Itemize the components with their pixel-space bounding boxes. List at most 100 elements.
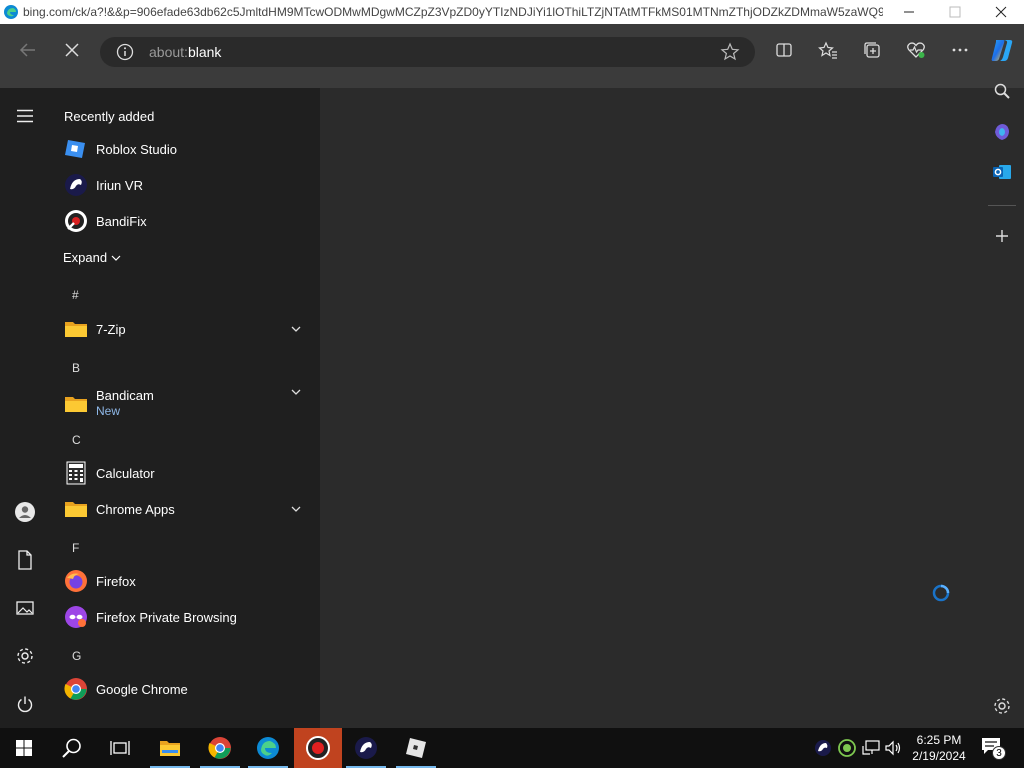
bandicam-icon[interactable] — [294, 728, 342, 768]
calculator-icon — [64, 461, 88, 485]
chrome-icon[interactable] — [196, 728, 244, 768]
app-firefox-private-browsing[interactable]: Firefox Private Browsing — [62, 601, 312, 633]
iriun-tray-icon[interactable] — [813, 738, 833, 758]
app-google-chrome[interactable]: Google Chrome — [62, 673, 312, 705]
firefox-private-icon — [64, 605, 88, 629]
group-letter[interactable]: C — [72, 433, 81, 447]
address-text[interactable]: about:blank — [149, 44, 221, 60]
close-window-button[interactable] — [978, 0, 1024, 24]
app-label: Firefox — [96, 574, 136, 589]
clock[interactable]: 6:25 PM 2/19/2024 — [908, 732, 970, 764]
maximize-button[interactable] — [932, 0, 978, 24]
tab-url-text: bing.com/ck/a?!&&p=906efade63db62c5Jmltd… — [23, 5, 883, 19]
address-host: blank — [187, 44, 222, 60]
group-letter[interactable]: G — [72, 649, 81, 663]
notification-count: 3 — [992, 746, 1006, 760]
roblox-studio-icon — [64, 137, 88, 161]
app-label: Iriun VR — [96, 178, 143, 193]
add-icon[interactable] — [990, 224, 1014, 248]
documents-icon[interactable] — [13, 548, 37, 572]
split-screen-icon[interactable] — [770, 36, 798, 64]
edge-logo-icon — [3, 4, 19, 20]
taskbar: 6:25 PM 2/19/2024 3 — [0, 728, 1024, 768]
app-7-zip[interactable]: 7-Zip — [62, 313, 312, 345]
start-icon[interactable] — [0, 728, 48, 768]
chevron-down-icon — [291, 326, 301, 332]
app-bandicam[interactable]: Bandicam New — [62, 384, 312, 424]
info-icon[interactable] — [116, 43, 134, 61]
notification-center-button[interactable]: 3 — [980, 736, 1010, 760]
iriun-vr-icon — [64, 173, 88, 197]
clock-time: 6:25 PM — [916, 733, 962, 747]
app-label: Google Chrome — [96, 682, 188, 697]
network-icon[interactable] — [861, 738, 881, 758]
bandifix-icon — [64, 209, 88, 233]
edge-icon[interactable] — [244, 728, 292, 768]
task-view-icon[interactable] — [96, 728, 144, 768]
roblox-icon[interactable] — [392, 728, 440, 768]
firefox-icon — [64, 569, 88, 593]
chevron-down-icon — [291, 389, 301, 395]
chrome-icon — [64, 677, 88, 701]
app-iriun-vr[interactable]: Iriun VR — [62, 169, 312, 201]
more-icon[interactable] — [946, 36, 974, 64]
browser-essentials-icon[interactable] — [902, 36, 930, 64]
address-bar[interactable]: about:blank — [100, 37, 755, 67]
start-menu-rail — [0, 88, 50, 728]
folder-icon — [64, 392, 88, 416]
copilot-icon[interactable] — [988, 36, 1016, 64]
recently-added-header: Recently added — [64, 109, 155, 124]
window-title-bar: bing.com/ck/a?!&&p=906efade63db62c5Jmltd… — [0, 0, 1024, 24]
app-roblox-studio[interactable]: Roblox Studio — [62, 133, 312, 165]
group-letter[interactable]: # — [72, 288, 79, 302]
power-icon[interactable] — [13, 692, 37, 716]
new-badge: New — [96, 404, 121, 418]
settings-icon[interactable] — [13, 644, 37, 668]
app-chrome-apps[interactable]: Chrome Apps — [62, 493, 312, 525]
favorites-icon[interactable] — [814, 36, 842, 64]
loading-spinner-icon — [931, 583, 951, 603]
outlook-icon[interactable] — [990, 160, 1014, 184]
expand-button[interactable]: Expand — [63, 250, 121, 265]
star-icon[interactable] — [720, 42, 740, 62]
folder-icon — [64, 317, 88, 341]
browser-toolbar: about:blank — [0, 24, 1024, 88]
search-icon[interactable] — [990, 79, 1014, 103]
user-icon[interactable] — [13, 500, 37, 524]
search-icon[interactable] — [48, 728, 96, 768]
expand-label: Expand — [63, 250, 108, 265]
sidebar-separator — [988, 205, 1016, 206]
collections-icon[interactable] — [858, 36, 886, 64]
app-firefox[interactable]: Firefox — [62, 565, 312, 597]
app-calculator[interactable]: Calculator — [62, 457, 312, 489]
address-scheme: about: — [149, 44, 188, 60]
minimize-button[interactable] — [886, 0, 932, 24]
iriun-icon[interactable] — [342, 728, 390, 768]
chevron-down-icon — [111, 255, 121, 261]
app-label: Firefox Private Browsing — [96, 610, 237, 625]
volume-icon[interactable] — [883, 738, 903, 758]
start-menu: Recently added Roblox Studio Iriun VR Ba… — [0, 88, 320, 728]
group-letter[interactable]: F — [72, 541, 79, 555]
folder-icon — [64, 497, 88, 521]
app-label: Roblox Studio — [96, 142, 177, 157]
app-label: Bandicam — [96, 388, 154, 403]
file-explorer-icon[interactable] — [146, 728, 194, 768]
edge-sidebar — [980, 83, 1024, 728]
app-label: 7-Zip — [96, 322, 126, 337]
back-arrow-icon[interactable] — [14, 36, 42, 64]
stop-loading-button[interactable] — [58, 36, 86, 64]
app-label: Chrome Apps — [96, 502, 175, 517]
hamburger-menu-icon[interactable] — [13, 104, 37, 128]
group-letter[interactable]: B — [72, 361, 80, 375]
chevron-down-icon — [291, 506, 301, 512]
app-bandifix[interactable]: BandiFix — [62, 205, 312, 237]
pictures-icon[interactable] — [13, 596, 37, 620]
app-list: Recently added Roblox Studio Iriun VR Ba… — [50, 88, 320, 728]
settings-icon[interactable] — [990, 694, 1014, 718]
copilot-icon[interactable] — [990, 120, 1014, 144]
recording-tray-icon[interactable] — [837, 738, 857, 758]
app-label: Calculator — [96, 466, 155, 481]
app-label: BandiFix — [96, 214, 147, 229]
clock-date: 2/19/2024 — [912, 749, 966, 763]
